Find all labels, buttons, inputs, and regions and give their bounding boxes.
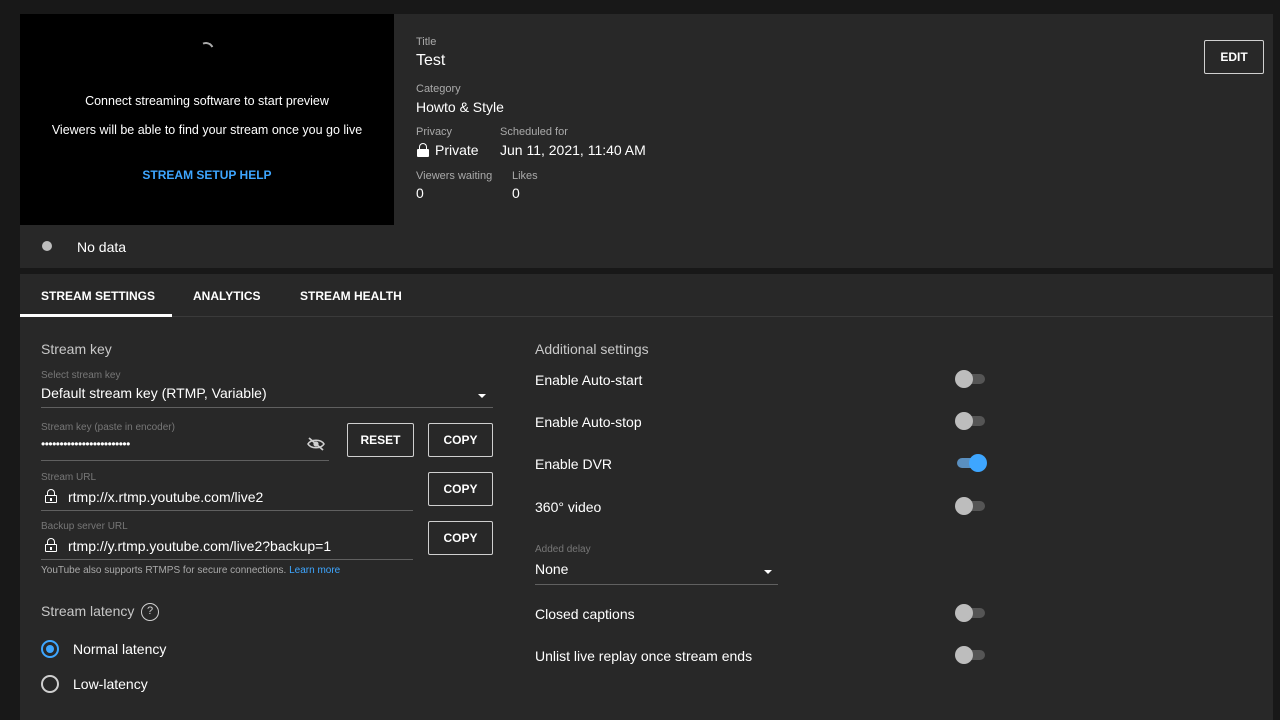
preview-submessage: Viewers will be able to find your stream… xyxy=(51,123,363,137)
stream-url-field[interactable]: rtmp://x.rtmp.youtube.com/live2 xyxy=(68,489,263,505)
auto-stop-label: Enable Auto-stop xyxy=(535,414,642,430)
viewers-waiting-value: 0 xyxy=(416,185,424,201)
video-360-toggle[interactable] xyxy=(955,496,985,516)
stream-key-underline xyxy=(41,460,329,461)
select-underline xyxy=(41,407,493,408)
learn-more-link[interactable]: Learn more xyxy=(289,565,340,576)
tabs-divider xyxy=(20,316,1273,317)
closed-captions-toggle[interactable] xyxy=(955,603,985,623)
backup-url-label: Backup server URL xyxy=(41,521,128,532)
privacy-value: Private xyxy=(435,142,479,158)
delay-underline xyxy=(535,584,778,585)
viewers-waiting-label: Viewers waiting xyxy=(416,170,493,182)
auto-start-toggle[interactable] xyxy=(955,369,985,389)
additional-settings-heading: Additional settings xyxy=(535,341,649,357)
lock-icon xyxy=(417,143,429,157)
edit-button[interactable]: EDIT xyxy=(1204,40,1264,74)
backup-url-field[interactable]: rtmp://y.rtmp.youtube.com/live2?backup=1 xyxy=(68,538,331,554)
chevron-down-icon[interactable] xyxy=(764,570,772,574)
added-delay-label: Added delay xyxy=(535,544,591,555)
scheduled-label: Scheduled for xyxy=(500,126,568,138)
lock-icon xyxy=(45,538,57,552)
category-label: Category xyxy=(416,83,461,95)
tab-analytics[interactable]: ANALYTICS xyxy=(193,289,261,303)
auto-start-label: Enable Auto-start xyxy=(535,372,643,388)
tab-stream-settings[interactable]: STREAM SETTINGS xyxy=(41,289,155,303)
stream-status: No data xyxy=(77,239,127,255)
low-latency-label: Low-latency xyxy=(73,676,148,692)
chevron-down-icon[interactable] xyxy=(478,394,486,398)
top-bar xyxy=(0,0,1280,14)
stream-key-field[interactable]: •••••••••••••••••••••••• xyxy=(41,437,130,451)
normal-latency-label: Normal latency xyxy=(73,641,167,657)
help-icon[interactable]: ? xyxy=(141,603,159,621)
dvr-label: Enable DVR xyxy=(535,456,613,472)
auto-stop-toggle[interactable] xyxy=(955,411,985,431)
stream-category: Howto & Style xyxy=(416,99,504,115)
stream-latency-heading: Stream latency xyxy=(41,603,135,619)
privacy-label: Privacy xyxy=(416,126,453,138)
rtmps-note: YouTube also supports RTMPS for secure c… xyxy=(41,565,340,576)
stream-url-label: Stream URL xyxy=(41,472,97,483)
backup-url-underline xyxy=(41,559,413,560)
dvr-toggle[interactable] xyxy=(955,453,987,473)
stream-key-heading: Stream key xyxy=(41,341,112,357)
stream-title: Test xyxy=(416,52,446,69)
stream-key-select[interactable]: Default stream key (RTMP, Variable) xyxy=(41,385,267,401)
active-tab-indicator xyxy=(20,314,172,317)
unlist-replay-label: Unlist live replay once stream ends xyxy=(535,648,753,664)
unlist-replay-toggle[interactable] xyxy=(955,645,985,665)
low-latency-radio[interactable] xyxy=(41,675,59,693)
copy-backup-url-button[interactable]: COPY xyxy=(428,521,493,555)
preview-message: Connect streaming software to start prev… xyxy=(85,94,329,108)
added-delay-select[interactable]: None xyxy=(535,561,568,577)
closed-captions-label: Closed captions xyxy=(535,606,635,622)
scheduled-value: Jun 11, 2021, 11:40 AM xyxy=(500,142,646,158)
normal-latency-radio[interactable] xyxy=(41,640,59,658)
tab-stream-health[interactable]: STREAM HEALTH xyxy=(300,289,402,303)
stream-setup-help-link[interactable]: STREAM SETUP HELP xyxy=(20,168,394,182)
copy-stream-url-button[interactable]: COPY xyxy=(428,472,493,506)
stream-key-label: Stream key (paste in encoder) xyxy=(41,422,175,433)
likes-value: 0 xyxy=(512,185,520,201)
rtmps-note-text: YouTube also supports RTMPS for secure c… xyxy=(41,565,287,576)
status-dot-icon xyxy=(42,241,52,251)
stream-url-underline xyxy=(41,510,413,511)
likes-label: Likes xyxy=(512,170,538,182)
select-stream-key-label: Select stream key xyxy=(41,370,121,381)
title-label: Title xyxy=(416,36,437,48)
lock-icon xyxy=(45,489,57,503)
video-360-label: 360° video xyxy=(535,499,602,515)
visibility-off-icon[interactable] xyxy=(306,436,326,452)
copy-stream-key-button[interactable]: COPY xyxy=(428,423,493,457)
reset-button[interactable]: RESET xyxy=(347,423,414,457)
